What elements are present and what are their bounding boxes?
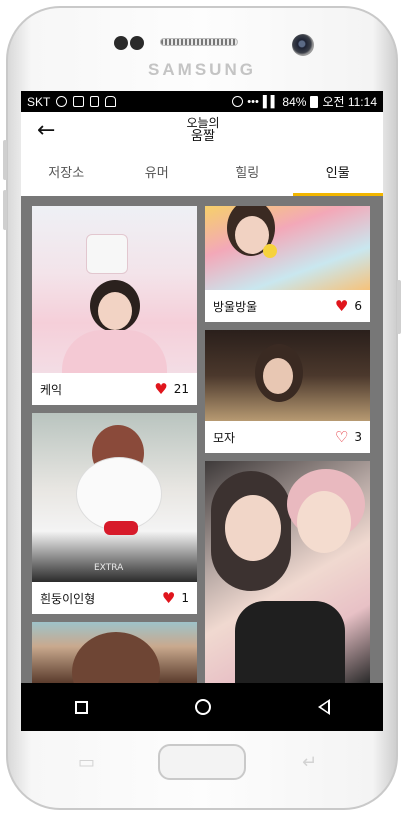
logo-line-2: 움짤 bbox=[191, 129, 215, 144]
gif-card[interactable] bbox=[32, 622, 197, 683]
tab-healing[interactable]: 힐링 bbox=[202, 152, 293, 196]
gif-thumbnail[interactable] bbox=[205, 206, 370, 290]
card-title: 흰둥이인형 bbox=[40, 591, 96, 606]
card-meta: 케익 ♥ 21 bbox=[32, 373, 197, 405]
play-notification-icon bbox=[56, 96, 68, 107]
recent-apps-icon[interactable] bbox=[74, 700, 88, 714]
bubble-toy-shape bbox=[263, 244, 277, 258]
gif-thumbnail[interactable] bbox=[205, 461, 370, 683]
battery-icon bbox=[310, 95, 319, 108]
gif-thumbnail[interactable]: EXTRA bbox=[32, 413, 197, 582]
card-meta: 방울방울 ♥ 6 bbox=[205, 290, 370, 322]
photo-watermark: EXTRA bbox=[94, 563, 124, 573]
face-shape-2 bbox=[297, 491, 351, 553]
like-group[interactable]: ♥ 1 bbox=[162, 590, 189, 606]
sensor-icon-2 bbox=[130, 36, 144, 50]
gif-thumbnail[interactable] bbox=[32, 622, 197, 683]
image-notification-icon bbox=[73, 96, 85, 107]
battery-percent: 84% bbox=[282, 94, 307, 109]
card-title: 케익 bbox=[40, 382, 63, 397]
card-meta: 모자 ♡ 3 bbox=[205, 421, 370, 453]
like-count: 3 bbox=[354, 430, 362, 444]
gif-card[interactable]: 모자 ♡ 3 bbox=[205, 330, 370, 453]
heart-outline-icon[interactable]: ♡ bbox=[335, 429, 348, 445]
like-count: 6 bbox=[354, 299, 362, 313]
tab-storage[interactable]: 저장소 bbox=[21, 152, 112, 196]
card-title: 모자 bbox=[213, 430, 236, 445]
like-group[interactable]: ♥ 6 bbox=[335, 298, 362, 314]
front-camera-icon bbox=[292, 34, 314, 56]
heart-filled-icon[interactable]: ♥ bbox=[335, 298, 348, 314]
status-bar: SKT ••• ▌▌ 84% 오전 11:14 bbox=[21, 91, 383, 112]
clipboard-notification-icon bbox=[90, 96, 100, 107]
volume-button bbox=[3, 140, 7, 180]
volume-button-lower bbox=[3, 190, 7, 230]
tab-people[interactable]: 인물 bbox=[292, 152, 384, 196]
hair-shape bbox=[72, 632, 160, 683]
home-icon[interactable] bbox=[194, 699, 211, 715]
like-count: 1 bbox=[181, 591, 189, 605]
card-title: 방울방울 bbox=[213, 299, 258, 314]
app-bar: ← 오늘의 움짤 bbox=[21, 112, 383, 152]
gif-thumbnail[interactable] bbox=[32, 206, 197, 390]
face-shape bbox=[98, 292, 132, 330]
gif-card[interactable]: 케익 ♥ 21 bbox=[32, 206, 197, 405]
earpiece-speaker bbox=[160, 38, 238, 46]
face-shape bbox=[225, 495, 281, 561]
gif-card[interactable]: 방울방울 ♥ 6 bbox=[205, 206, 370, 322]
system-nav-bar bbox=[21, 683, 383, 731]
gif-card[interactable] bbox=[205, 461, 370, 683]
clothes-shape bbox=[235, 601, 345, 683]
tab-humor[interactable]: 유머 bbox=[112, 152, 203, 196]
back-icon[interactable] bbox=[317, 699, 330, 715]
bow-shape bbox=[104, 521, 138, 535]
heart-filled-icon[interactable]: ♥ bbox=[162, 590, 175, 606]
gif-card[interactable]: EXTRA 흰둥이인형 ♥ 1 bbox=[32, 413, 197, 614]
like-group[interactable]: ♡ 3 bbox=[335, 429, 362, 445]
hw-back-icon: ↵ bbox=[302, 752, 318, 773]
power-button bbox=[397, 280, 401, 334]
like-group[interactable]: ♥ 21 bbox=[154, 381, 189, 397]
back-arrow-icon[interactable]: ← bbox=[37, 118, 55, 144]
sensor-icon bbox=[114, 36, 128, 50]
wifi-icon: ••• bbox=[247, 95, 259, 108]
android-notification-icon bbox=[105, 96, 117, 107]
hw-recent-icon: ▭ bbox=[78, 752, 96, 773]
alarm-icon bbox=[232, 96, 244, 107]
heart-filled-icon[interactable]: ♥ bbox=[154, 381, 167, 397]
gif-thumbnail[interactable] bbox=[205, 330, 370, 421]
face-shape bbox=[263, 358, 293, 394]
category-tabs: 저장소 유머 힐링 인물 bbox=[21, 152, 383, 196]
brand-logo: SAMSUNG bbox=[148, 60, 256, 79]
clock: 오전 11:14 bbox=[322, 95, 377, 109]
phone-screen: SKT ••• ▌▌ 84% 오전 11:14 ← 오늘의 움짤 저장소 유머 … bbox=[21, 91, 383, 731]
cake-shape bbox=[86, 234, 128, 274]
card-meta: 흰둥이인형 ♥ 1 bbox=[32, 582, 197, 614]
like-count: 21 bbox=[173, 382, 189, 396]
hardware-home-button[interactable] bbox=[158, 744, 246, 780]
plush-toy-shape bbox=[76, 457, 162, 531]
gif-grid: 케익 ♥ 21 방울방울 ♥ 6 모자 ♡ 3 EXTRA 흰둥이인형 ♥ 1 bbox=[21, 196, 383, 683]
signal-icon: ▌▌ bbox=[262, 95, 279, 108]
carrier-label: SKT bbox=[27, 94, 51, 109]
app-logo: 오늘의 움짤 bbox=[171, 117, 235, 144]
